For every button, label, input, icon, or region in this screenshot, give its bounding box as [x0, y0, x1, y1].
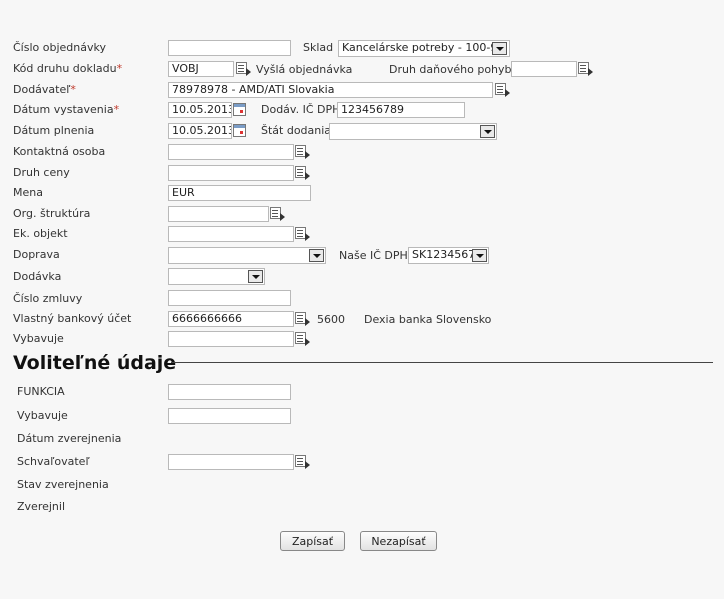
label-vybavuje: Vybavuje [13, 332, 64, 345]
label-dodavatel: Dodávateľ* [13, 83, 76, 97]
ek-objekt-input[interactable] [168, 226, 294, 242]
vlastny-bankovy-ucet-input[interactable]: 6666666666 [168, 311, 294, 327]
label-schvalovatel: Schvaľovateľ [17, 455, 90, 468]
sklad-dropdown-button[interactable] [492, 42, 507, 55]
lookup-icon[interactable] [494, 82, 511, 97]
label-druh-danoveho-pohybu: Druh daňového pohybu [389, 63, 519, 76]
kontaktna-osoba-input[interactable] [168, 144, 294, 160]
kod-druhu-dokladu-value: VOBJ [172, 62, 199, 75]
doprava-dropdown-button[interactable] [309, 249, 324, 262]
required-mark: * [70, 83, 76, 96]
cislo-objednavky-input[interactable] [168, 40, 291, 56]
lookup-icon[interactable] [235, 61, 252, 76]
nase-ic-dph-selected-value: SK1234567 [412, 248, 476, 261]
label-vlastny-bankovy-ucet: Vlastný bankový účet [13, 312, 132, 325]
lookup-icon[interactable] [294, 144, 311, 159]
label-kod-druhu-dokladu: Kód druhu dokladu* [13, 62, 122, 76]
cislo-zmluvy-input[interactable] [168, 290, 291, 306]
label-sklad: Sklad [303, 41, 334, 54]
sklad-selected-value: Kancelárske potreby - 100-99 [342, 41, 505, 54]
stat-dodania-select[interactable] [329, 123, 497, 140]
label-funkcia: FUNKCIA [17, 385, 65, 398]
label-zverejnil: Zverejnil [17, 500, 66, 513]
kod-druhu-dokladu-description: Vyšlá objednávka [256, 63, 353, 76]
label-datum-plnenia: Dátum plnenia [13, 124, 95, 137]
dodavka-dropdown-button[interactable] [248, 270, 263, 283]
vlastny-bankovy-ucet-value: 6666666666 [172, 312, 242, 325]
section-title-optional: Voliteľné údaje [13, 352, 177, 374]
chevron-down-icon [313, 254, 321, 258]
label-ek-objekt: Ek. objekt [13, 227, 68, 240]
chevron-down-icon [252, 275, 260, 279]
dodavatel-input[interactable]: 78978978 - AMD/ATI Slovakia [168, 82, 493, 98]
vybavuje-input[interactable] [168, 331, 294, 347]
druh-danoveho-pohybu-input[interactable] [511, 61, 577, 77]
schvalovatel-input[interactable] [168, 454, 294, 470]
required-mark: * [113, 103, 120, 116]
label-doprava: Doprava [13, 248, 60, 261]
section-divider [171, 362, 713, 363]
label-text: Kód druhu dokladu [13, 62, 117, 75]
bank-code: 5600 [317, 313, 345, 326]
lookup-icon[interactable] [294, 331, 311, 346]
doprava-select[interactable] [168, 247, 326, 264]
label-stav-zverejnenia: Stav zverejnenia [17, 478, 109, 491]
calendar-icon[interactable] [233, 124, 246, 137]
datum-vystavenia-input[interactable]: 10.05.2013 [168, 102, 232, 118]
opt-vybavuje-input[interactable] [168, 408, 291, 424]
label-org-struktura: Org. štruktúra [13, 207, 91, 220]
nase-ic-dph-dropdown-button[interactable] [472, 249, 487, 262]
datum-plnenia-value: 10.05.2013 [172, 124, 232, 137]
label-opt-vybavuje: Vybavuje [17, 409, 68, 422]
lookup-icon[interactable] [294, 454, 311, 469]
label-cislo-zmluvy: Číslo zmluvy [13, 292, 83, 305]
lookup-icon[interactable] [294, 165, 311, 180]
cancel-button[interactable]: Nezapísať [360, 531, 437, 551]
bank-name: Dexia banka Slovensko [364, 313, 492, 326]
kod-druhu-dokladu-input[interactable]: VOBJ [168, 61, 234, 77]
lookup-icon[interactable] [294, 226, 311, 241]
label-cislo-objednavky: Číslo objednávky [13, 41, 106, 54]
chevron-down-icon [496, 47, 504, 51]
stat-dodania-dropdown-button[interactable] [480, 125, 495, 138]
mena-input[interactable]: EUR [168, 185, 311, 201]
save-button[interactable]: Zapísať [280, 531, 345, 551]
label-dodav-ic-dph: Dodáv. IČ DPH [261, 103, 341, 116]
datum-vystavenia-value: 10.05.2013 [172, 103, 232, 116]
druh-ceny-input[interactable] [168, 165, 294, 181]
label-dodavka: Dodávka [13, 270, 62, 283]
dodav-ic-dph-input[interactable]: 123456789 [337, 102, 465, 118]
chevron-down-icon [476, 254, 484, 258]
org-struktura-input[interactable] [168, 206, 269, 222]
label-kontaktna-osoba: Kontaktná osoba [13, 145, 106, 158]
label-text: Dátum vystavenia [13, 103, 114, 116]
required-mark: * [116, 62, 123, 75]
mena-value: EUR [172, 186, 195, 199]
funkcia-input[interactable] [168, 384, 291, 400]
label-datum-vystavenia: Dátum vystavenia* [13, 103, 119, 117]
label-nase-ic-dph: Naše IČ DPH [339, 249, 408, 262]
lookup-icon[interactable] [577, 61, 594, 76]
sklad-select[interactable]: Kancelárske potreby - 100-99 [338, 40, 510, 57]
label-text: Dodávateľ [13, 83, 71, 96]
datum-plnenia-input[interactable]: 10.05.2013 [168, 123, 232, 139]
chevron-down-icon [484, 130, 492, 134]
label-mena: Mena [13, 186, 43, 199]
label-datum-zverejnenia: Dátum zverejnenia [17, 432, 122, 445]
dodavatel-value: 78978978 - AMD/ATI Slovakia [172, 83, 335, 96]
label-stat-dodania: Štát dodania [261, 124, 332, 137]
calendar-icon[interactable] [233, 103, 246, 116]
dodav-ic-dph-value: 123456789 [341, 103, 404, 116]
lookup-icon[interactable] [294, 311, 311, 326]
lookup-icon[interactable] [269, 206, 286, 221]
label-druh-ceny: Druh ceny [13, 166, 70, 179]
